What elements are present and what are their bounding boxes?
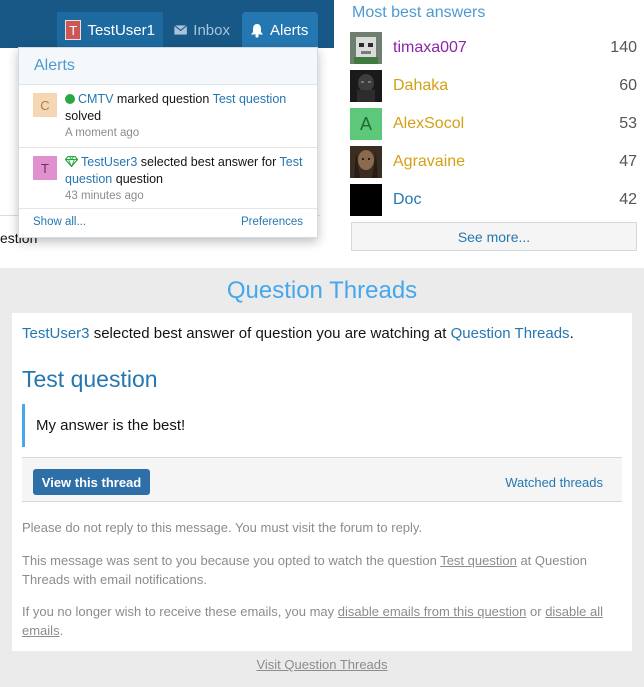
inbox-label: Inbox	[193, 21, 230, 39]
view-thread-button[interactable]: View this thread	[33, 469, 150, 495]
question-title[interactable]: Test question	[22, 366, 158, 393]
forum-page: T TestUser1 Inbox Alerts estion Alerts C…	[0, 0, 644, 268]
note-reason: This message was sent to you because you…	[22, 551, 624, 589]
member-row: Dahaka 60	[350, 70, 640, 102]
member-row: A AlexSocol 53	[350, 108, 640, 140]
alerts-popup: Alerts C CMTV marked question Test quest…	[18, 47, 318, 238]
member-name[interactable]: timaxa007	[393, 39, 597, 57]
intro-text: selected best answer of question you are…	[93, 325, 447, 342]
user-name: TestUser1	[87, 21, 155, 39]
answer-quote: My answer is the best!	[22, 404, 622, 447]
alerts-tab[interactable]: Alerts	[242, 12, 318, 48]
avatar[interactable]	[350, 184, 382, 216]
member-count: 140	[610, 39, 637, 56]
envelope-icon	[174, 25, 188, 35]
page: T TestUser1 Inbox Alerts estion Alerts C…	[0, 0, 644, 687]
alert-item[interactable]: T TestUser3 selected best answer for Tes…	[19, 148, 317, 209]
member-name[interactable]: Dahaka	[393, 77, 597, 95]
member-count: 60	[619, 77, 637, 94]
avatar[interactable]: A	[350, 108, 382, 140]
member-name[interactable]: Doc	[393, 191, 597, 209]
note-unsub-text: If you no longer wish to receive these e…	[22, 604, 335, 619]
note-unsub-end: .	[59, 623, 64, 638]
note-question-link[interactable]: Test question	[440, 553, 517, 568]
user-avatar: T	[65, 20, 82, 40]
alert-message: selected best answer for	[140, 155, 277, 169]
email-header-title: Question Threads	[226, 277, 418, 304]
avatar[interactable]	[350, 32, 382, 64]
alert-text: CMTV marked question Test question solve…	[65, 91, 309, 125]
alert-question-link[interactable]: Test question	[213, 92, 287, 106]
intro-forum-link[interactable]: Question Threads	[451, 325, 570, 342]
member-count: 53	[619, 115, 637, 132]
inbox-tab[interactable]: Inbox	[166, 12, 238, 48]
preferences-link[interactable]: Preferences	[241, 216, 303, 228]
avatar[interactable]	[350, 146, 382, 178]
see-more-button[interactable]: See more...	[351, 222, 637, 251]
alerts-label: Alerts	[270, 21, 309, 39]
alert-user-link[interactable]: TestUser3	[81, 155, 137, 169]
member-row: timaxa007 140	[350, 32, 640, 64]
alert-item[interactable]: C CMTV marked question Test question sol…	[19, 85, 317, 148]
widget-title: Most best answers	[352, 4, 486, 21]
note-reason-text: This message was sent to you because you…	[22, 553, 437, 568]
show-all-link[interactable]: Show all...	[33, 216, 86, 228]
email-intro: TestUser3 selected best answer of questi…	[22, 325, 574, 342]
user-menu-tab[interactable]: T TestUser1	[57, 12, 163, 48]
note-unsubscribe: If you no longer wish to receive these e…	[22, 602, 624, 640]
avatar[interactable]: T	[33, 156, 57, 180]
alerts-popup-footer: Show all... Preferences	[19, 209, 317, 235]
member-row: Doc 42	[350, 184, 640, 216]
intro-user-link[interactable]: TestUser3	[22, 325, 90, 342]
alert-time: 43 minutes ago	[65, 190, 144, 202]
note-unsub-or: or	[530, 604, 542, 619]
member-count: 42	[619, 191, 637, 208]
alert-user-link[interactable]: CMTV	[78, 92, 113, 106]
alert-message-end: question	[115, 172, 164, 186]
navigation-bar: T TestUser1 Inbox Alerts	[0, 0, 334, 48]
action-bar: View this thread Watched threads	[22, 457, 622, 502]
best-answers-widget: Most best answers timaxa007 140 Dahaka 6…	[350, 0, 644, 268]
email-card: TestUser3 selected best answer of questi…	[12, 313, 632, 651]
green-dot-icon	[65, 94, 75, 104]
note-no-reply: Please do not reply to this message. You…	[22, 520, 423, 535]
alert-message: marked question	[116, 92, 210, 106]
alert-time: A moment ago	[65, 127, 140, 139]
alert-message-end: solved	[65, 109, 102, 123]
bell-icon	[251, 23, 263, 38]
avatar[interactable]: C	[33, 93, 57, 117]
member-name[interactable]: AlexSocol	[393, 115, 597, 133]
watched-threads-link[interactable]: Watched threads	[505, 475, 603, 490]
intro-end: .	[569, 325, 574, 342]
member-count: 47	[619, 153, 637, 170]
member-row: Agravaine 47	[350, 146, 640, 178]
gem-icon	[65, 156, 78, 167]
disable-question-emails-link[interactable]: disable emails from this question	[338, 604, 527, 619]
avatar[interactable]	[350, 70, 382, 102]
alerts-popup-title: Alerts	[19, 48, 317, 85]
alert-text: TestUser3 selected best answer for Test …	[65, 154, 309, 188]
visit-forum-link[interactable]: Visit Question Threads	[0, 657, 644, 672]
member-name[interactable]: Agravaine	[393, 153, 597, 171]
